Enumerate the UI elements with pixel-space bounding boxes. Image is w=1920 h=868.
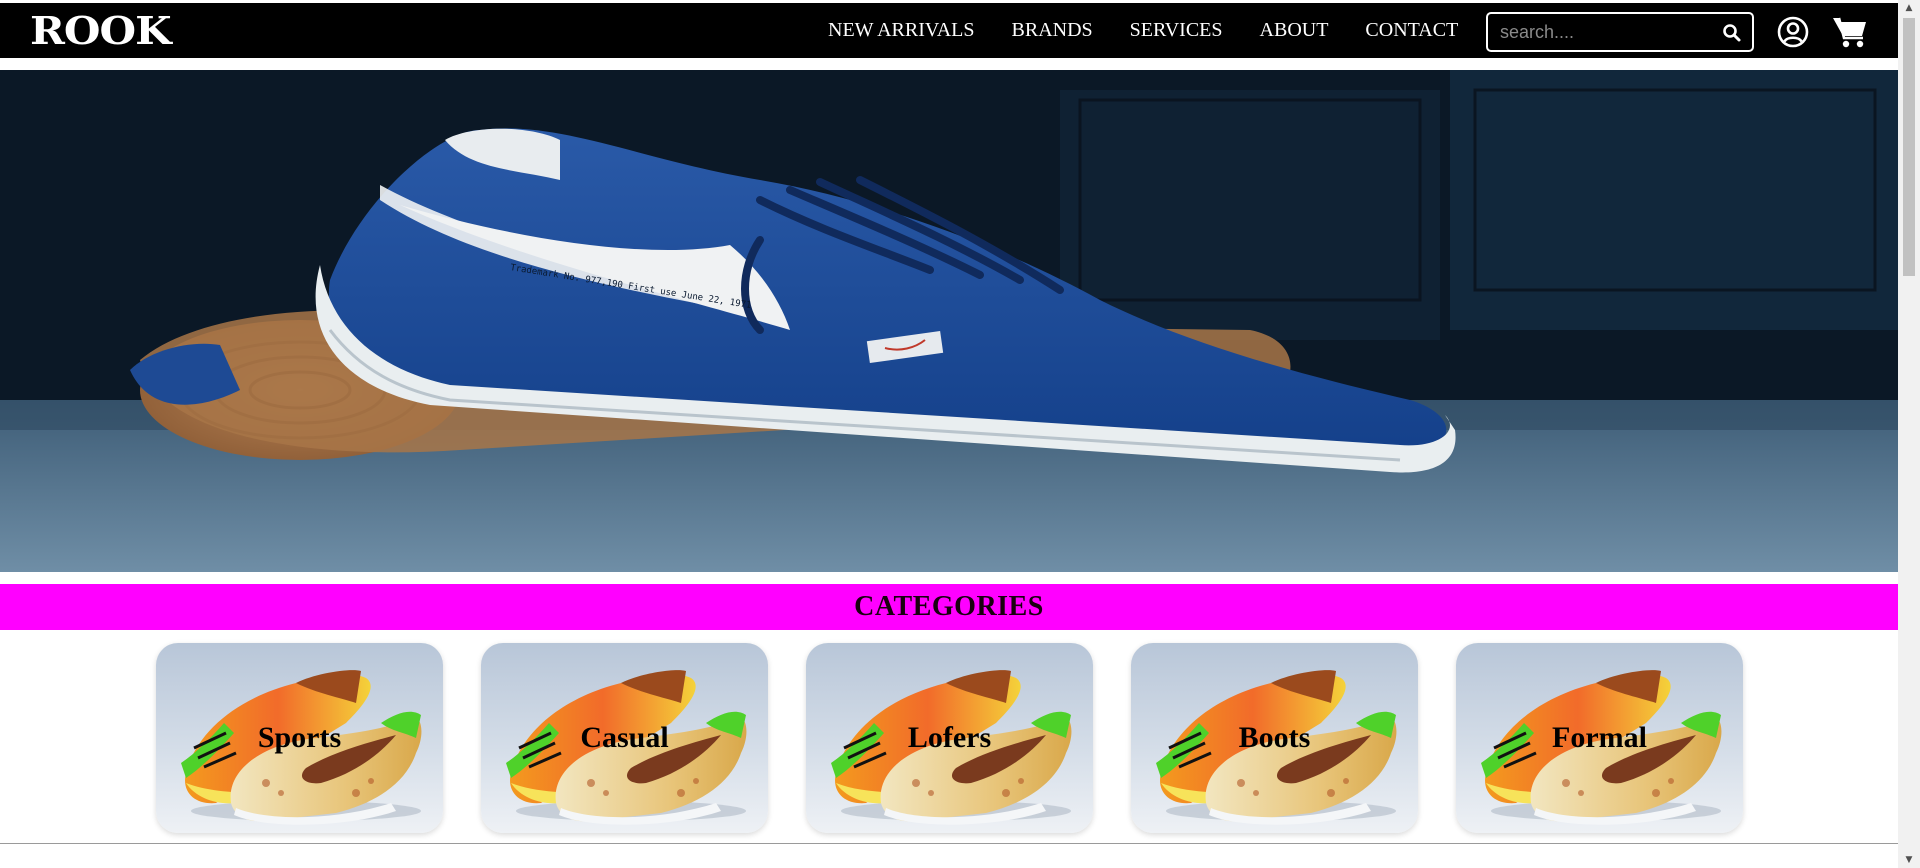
categories-header: CATEGORIES xyxy=(0,584,1898,630)
scroll-down-arrow-icon[interactable]: ▼ xyxy=(1898,852,1920,868)
search-icon[interactable] xyxy=(1722,23,1742,43)
category-cards: Sports Casual Lofers Boots Formal xyxy=(0,643,1898,833)
user-circle-icon[interactable] xyxy=(1777,16,1809,48)
category-card-formal[interactable]: Formal xyxy=(1456,643,1743,833)
category-card-label: Boots xyxy=(1238,721,1311,754)
shopping-cart-icon[interactable] xyxy=(1832,15,1868,49)
category-card-label: Lofers xyxy=(907,721,992,754)
nav-links: NEW ARRIVALS BRANDS SERVICES ABOUT CONTA… xyxy=(828,3,1495,58)
search-box xyxy=(1486,12,1754,52)
section-divider xyxy=(0,843,1898,844)
category-card-casual[interactable]: Casual xyxy=(481,643,768,833)
site-logo[interactable]: ROOK xyxy=(30,11,172,50)
category-card-lofers[interactable]: Lofers xyxy=(806,643,1093,833)
category-card-boots[interactable]: Boots xyxy=(1131,643,1418,833)
nav-link-about[interactable]: ABOUT xyxy=(1260,19,1329,42)
hero-banner: Trademark No. 977,190 First use June 22,… xyxy=(0,70,1898,572)
nav-link-brands[interactable]: BRANDS xyxy=(1012,19,1093,42)
navbar: ROOK NEW ARRIVALS BRANDS SERVICES ABOUT … xyxy=(0,3,1898,58)
category-card-label: Sports xyxy=(257,721,342,754)
nav-link-services[interactable]: SERVICES xyxy=(1130,19,1223,42)
navbar-spacer xyxy=(0,58,1898,70)
nav-link-new-arrivals[interactable]: NEW ARRIVALS xyxy=(828,19,975,42)
category-card-sports[interactable]: Sports xyxy=(156,643,443,833)
hero-sneaker-image: Trademark No. 977,190 First use June 22,… xyxy=(0,70,1898,572)
category-card-label: Formal xyxy=(1552,721,1647,754)
vertical-scrollbar[interactable]: ▲ ▼ xyxy=(1898,0,1920,868)
nav-link-contact[interactable]: CONTACT xyxy=(1365,19,1458,42)
scroll-thumb[interactable] xyxy=(1903,18,1915,276)
scroll-up-arrow-icon[interactable]: ▲ xyxy=(1898,0,1920,16)
search-input[interactable] xyxy=(1488,14,1708,50)
categories-title: CATEGORIES xyxy=(854,591,1044,622)
category-card-label: Casual xyxy=(580,721,669,754)
